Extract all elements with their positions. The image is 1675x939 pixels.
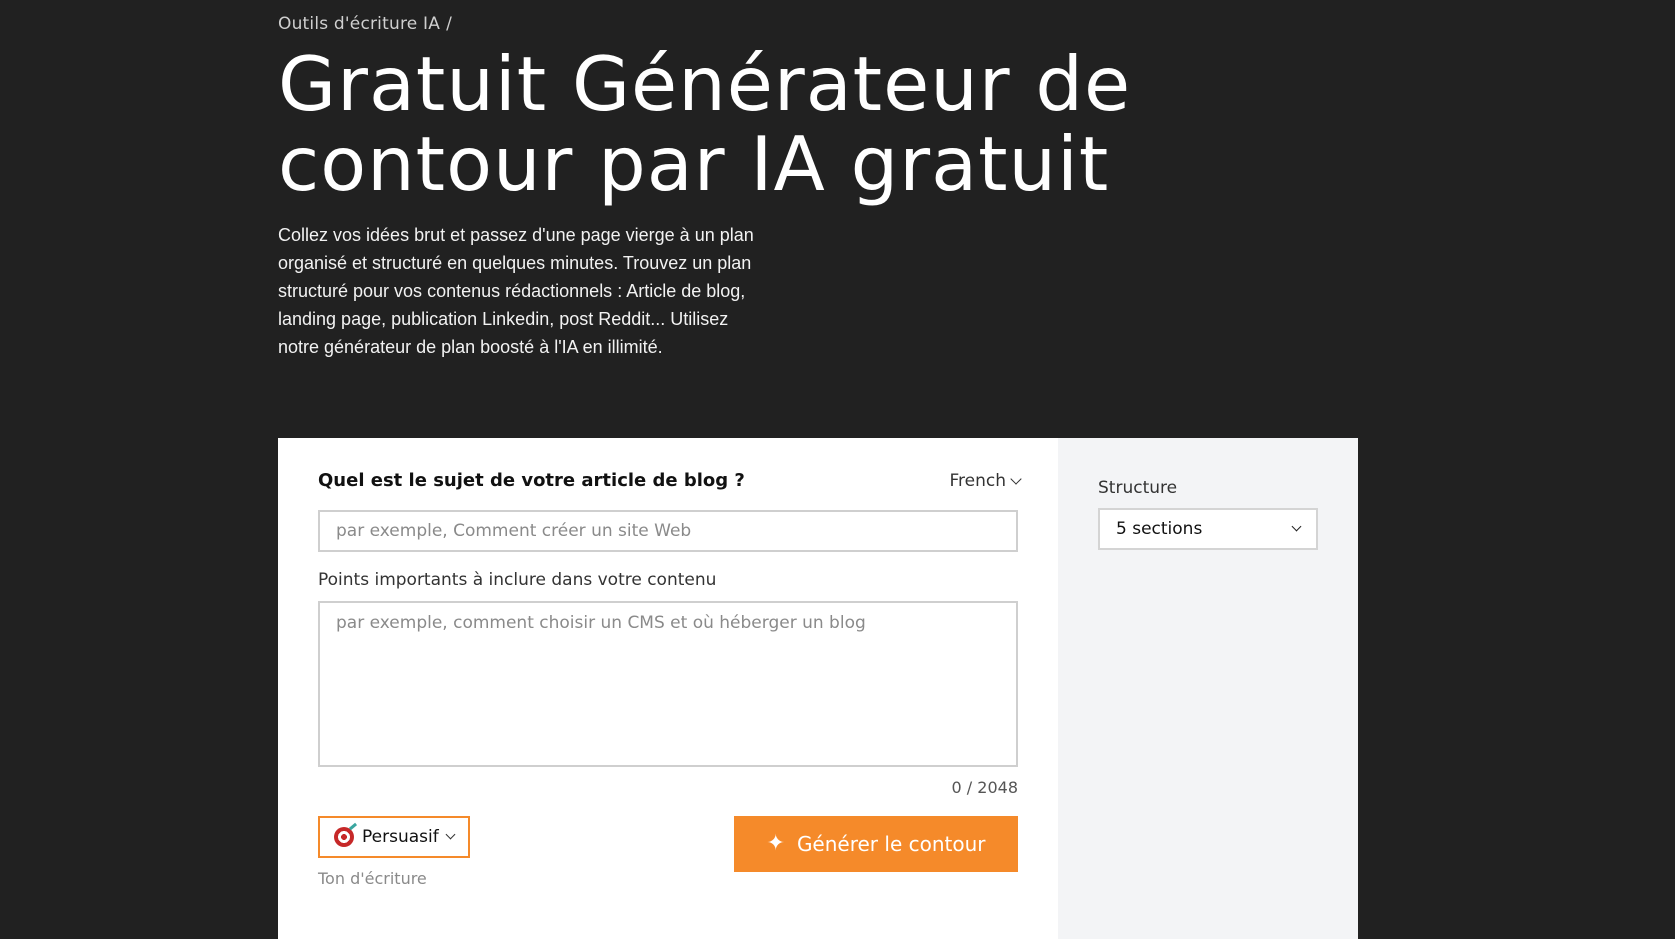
subject-question-label: Quel est le sujet de votre article de bl… xyxy=(318,470,745,491)
tone-select[interactable]: Persuasif xyxy=(318,816,470,858)
breadcrumb: Outils d'écriture IA / xyxy=(278,14,452,34)
generator-card: Quel est le sujet de votre article de bl… xyxy=(278,438,1358,939)
breadcrumb-separator: / xyxy=(446,14,453,34)
key-points-textarea[interactable] xyxy=(318,601,1018,767)
structure-label: Structure xyxy=(1098,478,1178,498)
target-icon xyxy=(334,827,354,847)
language-selected-value: French xyxy=(949,471,1006,491)
options-sidebar: Structure 5 sections xyxy=(1058,438,1358,939)
structure-select[interactable]: 5 sections xyxy=(1098,508,1318,550)
tone-caption: Ton d'écriture xyxy=(318,869,427,888)
character-counter: 0 / 2048 xyxy=(951,778,1018,797)
generate-outline-button[interactable]: ✦ Générer le contour xyxy=(734,816,1018,872)
key-points-label: Points importants à inclure dans votre c… xyxy=(318,570,717,590)
tone-selected-value: Persuasif xyxy=(362,827,439,847)
structure-selected-value: 5 sections xyxy=(1116,519,1203,539)
generate-outline-label: Générer le contour xyxy=(796,832,986,856)
page-title: Gratuit Générateur de contour par IA gra… xyxy=(278,40,1132,208)
page-description: Collez vos idées brut et passez d'une pa… xyxy=(278,225,754,357)
language-select[interactable]: French xyxy=(949,471,1022,491)
chevron-down-icon xyxy=(1291,521,1302,532)
sparkle-icon: ✦ xyxy=(766,831,785,856)
generator-form: Quel est le sujet de votre article de bl… xyxy=(278,438,1058,939)
page: Outils d'écriture IA / Gratuit Générateur… xyxy=(0,0,1675,939)
breadcrumb-link-ai-writing-tools[interactable]: Outils d'écriture IA xyxy=(278,14,440,34)
chevron-down-icon xyxy=(445,829,456,840)
chevron-down-icon xyxy=(1010,472,1022,485)
subject-input[interactable] xyxy=(318,510,1018,552)
